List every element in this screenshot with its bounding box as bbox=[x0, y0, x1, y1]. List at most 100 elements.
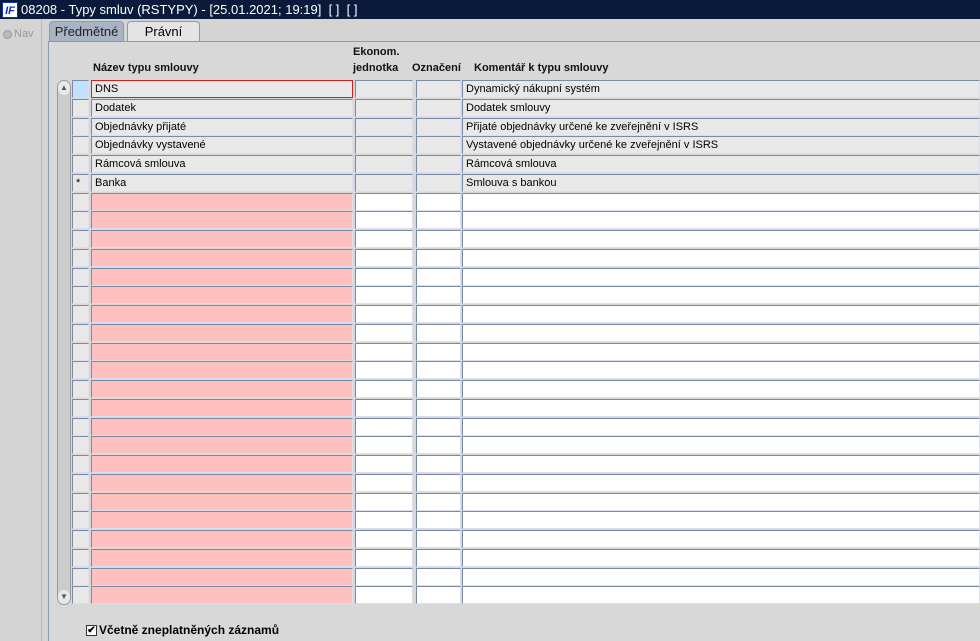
unit-cell[interactable] bbox=[355, 173, 413, 192]
comment-cell[interactable] bbox=[462, 398, 980, 417]
mark-cell[interactable] bbox=[416, 492, 461, 511]
name-cell[interactable] bbox=[91, 567, 353, 586]
mark-cell[interactable] bbox=[416, 230, 461, 248]
name-cell[interactable] bbox=[91, 230, 353, 248]
row-selector[interactable] bbox=[72, 230, 89, 248]
name-cell[interactable] bbox=[91, 473, 353, 492]
comment-cell[interactable] bbox=[462, 342, 980, 361]
tab-pravni[interactable]: Právní bbox=[127, 21, 200, 42]
row-selector[interactable] bbox=[72, 267, 89, 286]
mark-cell[interactable] bbox=[416, 248, 461, 267]
row-selector[interactable] bbox=[72, 398, 89, 417]
unit-cell[interactable] bbox=[355, 455, 413, 473]
name-cell[interactable] bbox=[91, 342, 353, 361]
comment-cell[interactable] bbox=[462, 248, 980, 267]
vertical-scrollbar[interactable]: ▲ ▼ bbox=[57, 80, 71, 605]
checkbox-checked-icon[interactable]: ✔ bbox=[86, 624, 97, 636]
row-selector[interactable] bbox=[72, 305, 89, 323]
tab-predmetne[interactable]: Předmětné bbox=[49, 21, 124, 42]
row-selector[interactable]: * bbox=[72, 173, 89, 192]
name-cell[interactable] bbox=[91, 323, 353, 342]
mark-cell[interactable] bbox=[416, 380, 461, 398]
mark-cell[interactable] bbox=[416, 136, 461, 155]
mark-cell[interactable] bbox=[416, 342, 461, 361]
unit-cell[interactable] bbox=[355, 211, 413, 230]
mark-cell[interactable] bbox=[416, 286, 461, 305]
mark-cell[interactable] bbox=[416, 473, 461, 492]
comment-cell[interactable] bbox=[462, 417, 980, 436]
comment-cell[interactable] bbox=[462, 586, 980, 605]
name-cell[interactable] bbox=[91, 530, 353, 548]
comment-cell[interactable] bbox=[462, 473, 980, 492]
mark-cell[interactable] bbox=[416, 98, 461, 117]
unit-cell[interactable] bbox=[355, 473, 413, 492]
name-cell[interactable] bbox=[91, 492, 353, 511]
name-cell[interactable]: Rámcová smlouva bbox=[91, 155, 353, 173]
unit-cell[interactable] bbox=[355, 192, 413, 211]
comment-cell[interactable] bbox=[462, 361, 980, 380]
row-selector[interactable] bbox=[72, 380, 89, 398]
comment-cell[interactable]: Vystavené objednávky určené ke zveřejněn… bbox=[462, 136, 980, 155]
unit-cell[interactable] bbox=[355, 567, 413, 586]
unit-cell[interactable] bbox=[355, 548, 413, 567]
unit-cell[interactable] bbox=[355, 530, 413, 548]
row-selector[interactable] bbox=[72, 473, 89, 492]
name-cell[interactable]: Banka bbox=[91, 173, 353, 192]
comment-cell[interactable] bbox=[462, 286, 980, 305]
scroll-up-icon[interactable]: ▲ bbox=[58, 81, 70, 95]
unit-cell[interactable] bbox=[355, 417, 413, 436]
mark-cell[interactable] bbox=[416, 567, 461, 586]
unit-cell[interactable] bbox=[355, 305, 413, 323]
name-cell[interactable] bbox=[91, 417, 353, 436]
row-selector[interactable] bbox=[72, 98, 89, 117]
unit-cell[interactable] bbox=[355, 80, 413, 98]
comment-cell[interactable] bbox=[462, 323, 980, 342]
name-cell[interactable]: DNS bbox=[91, 80, 353, 98]
unit-cell[interactable] bbox=[355, 136, 413, 155]
comment-cell[interactable] bbox=[462, 548, 980, 567]
name-cell[interactable] bbox=[91, 286, 353, 305]
unit-cell[interactable] bbox=[355, 230, 413, 248]
mark-cell[interactable] bbox=[416, 117, 461, 136]
mark-cell[interactable] bbox=[416, 305, 461, 323]
unit-cell[interactable] bbox=[355, 492, 413, 511]
name-cell[interactable] bbox=[91, 511, 353, 530]
mark-cell[interactable] bbox=[416, 398, 461, 417]
row-selector[interactable] bbox=[72, 155, 89, 173]
unit-cell[interactable] bbox=[355, 398, 413, 417]
name-cell[interactable]: Objednávky vystavené bbox=[91, 136, 353, 155]
name-cell[interactable]: Objednávky přijaté bbox=[91, 117, 353, 136]
mark-cell[interactable] bbox=[416, 436, 461, 455]
mark-cell[interactable] bbox=[416, 80, 461, 98]
mark-cell[interactable] bbox=[416, 361, 461, 380]
row-selector[interactable] bbox=[72, 548, 89, 567]
comment-cell[interactable]: Rámcová smlouva bbox=[462, 155, 980, 173]
row-selector[interactable] bbox=[72, 211, 89, 230]
name-cell[interactable] bbox=[91, 398, 353, 417]
unit-cell[interactable] bbox=[355, 511, 413, 530]
mark-cell[interactable] bbox=[416, 267, 461, 286]
unit-cell[interactable] bbox=[355, 361, 413, 380]
unit-cell[interactable] bbox=[355, 155, 413, 173]
row-selector[interactable] bbox=[72, 342, 89, 361]
row-selector[interactable] bbox=[72, 530, 89, 548]
mark-cell[interactable] bbox=[416, 417, 461, 436]
name-cell[interactable] bbox=[91, 211, 353, 230]
row-selector[interactable] bbox=[72, 136, 89, 155]
comment-cell[interactable] bbox=[462, 192, 980, 211]
mark-cell[interactable] bbox=[416, 323, 461, 342]
name-cell[interactable]: Dodatek bbox=[91, 98, 353, 117]
include-invalid-checkbox[interactable]: ✔ Včetně zneplatněných záznamů bbox=[86, 623, 279, 637]
row-selector[interactable] bbox=[72, 361, 89, 380]
row-selector[interactable] bbox=[72, 80, 89, 98]
unit-cell[interactable] bbox=[355, 248, 413, 267]
unit-cell[interactable] bbox=[355, 586, 413, 605]
row-selector[interactable] bbox=[72, 511, 89, 530]
comment-cell[interactable] bbox=[462, 567, 980, 586]
name-cell[interactable] bbox=[91, 455, 353, 473]
comment-cell[interactable] bbox=[462, 211, 980, 230]
comment-cell[interactable] bbox=[462, 492, 980, 511]
unit-cell[interactable] bbox=[355, 380, 413, 398]
name-cell[interactable] bbox=[91, 361, 353, 380]
comment-cell[interactable] bbox=[462, 230, 980, 248]
